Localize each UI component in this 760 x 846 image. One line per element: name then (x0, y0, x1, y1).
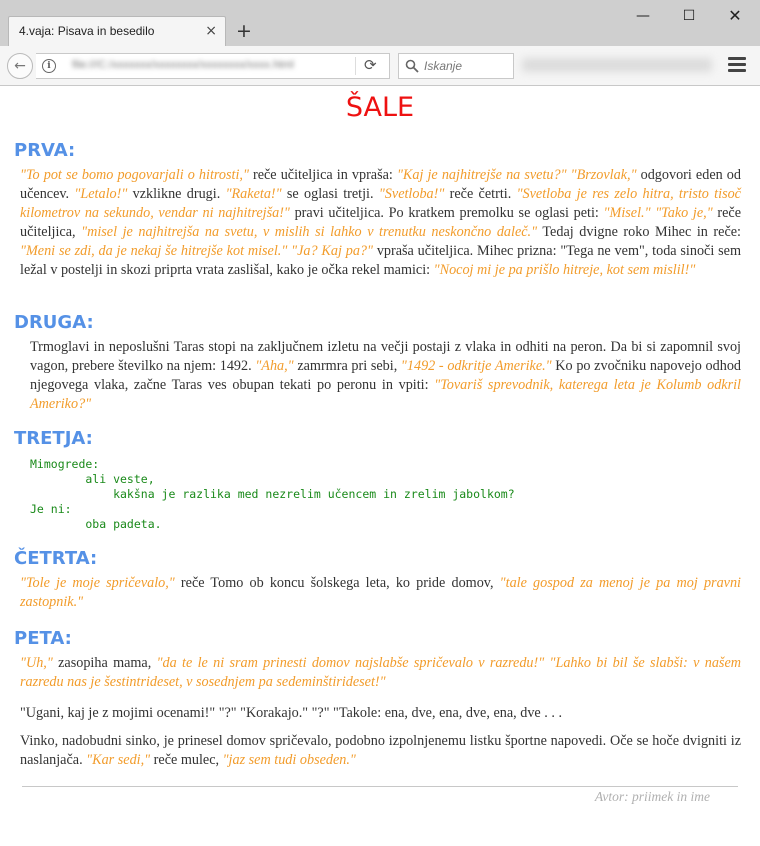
search-input[interactable]: Iskanje (398, 53, 514, 79)
new-tab-button[interactable]: + (236, 20, 252, 42)
quote-text: "misel je najhitrejša na svetu, v mislih… (81, 224, 538, 240)
code-block-tretja: Mimogrede: ali veste, kakšna je razlika … (30, 457, 515, 531)
paragraph-druga: Trmoglavi in neposlušni Taras stopi na z… (30, 338, 741, 414)
quote-text: "jaz sem tudi obseden." (222, 752, 356, 768)
minimize-button[interactable]: — (633, 6, 653, 26)
narration-text: reče mulec, (150, 752, 223, 768)
quote-text: "Meni se zdi, da je nekaj še hitrejše ko… (20, 243, 373, 259)
search-icon (405, 59, 419, 73)
quote-text: "Svetloba!" (378, 186, 445, 202)
section-heading-peta: PETA: (14, 628, 72, 649)
quote-text: "Raketa!" (225, 186, 282, 202)
urlbar-divider (355, 57, 356, 75)
menu-icon[interactable] (728, 57, 746, 73)
section-heading-cetrta: ČETRTA: (14, 548, 98, 569)
author-signature: Avtor: priimek in ime (594, 789, 710, 804)
quote-text: "Uh," (20, 655, 53, 671)
info-icon[interactable]: i (42, 59, 56, 73)
paragraph-peta-1: "Uh," zasopiha mama, "da te le ni sram p… (20, 654, 741, 692)
narration-text: zasopiha mama, (52, 655, 157, 671)
narration-text: reče četrti. (444, 186, 517, 202)
close-window-button[interactable]: ✕ (725, 6, 745, 26)
narration-text: se oglasi tretji. (281, 186, 379, 202)
browser-tab[interactable]: 4.vaja: Pisava in besedilo × (8, 16, 226, 46)
footer-divider (22, 786, 738, 787)
section-heading-druga: DRUGA: (14, 312, 94, 333)
quote-text: "Kaj je najhitrejše na svetu?" "Brzovlak… (396, 167, 637, 183)
toolbar-extensions-blurred (522, 58, 712, 72)
quote-text: "Aha," (255, 358, 294, 374)
quote-text: "Nocoj mi je pa prišlo hitreje, kot sem … (433, 262, 696, 278)
browser-toolbar: ← i file:///C:/xxxxxxx/xxxxxxxx/xxxxxxxx… (0, 46, 760, 86)
paragraph-prva: "To pot se bomo pogovarjali o hitrosti,"… (20, 166, 741, 280)
narration-text: zamrmra pri sebi, (293, 358, 401, 374)
search-placeholder: Iskanje (424, 59, 463, 73)
paragraph-cetrta: "Tole je moje spričevalo," reče Tomo ob … (20, 574, 741, 612)
reload-icon[interactable]: ⟳ (364, 56, 377, 74)
page-content: ŠALE PRVA: "To pot se bomo pogovarjali o… (0, 87, 760, 846)
page-title: ŠALE (345, 92, 415, 123)
quote-text: "Kar sedi," (86, 752, 151, 768)
narration-text: reče učiteljica in vpraša: (248, 167, 397, 183)
url-text-blurred: file:///C:/xxxxxxx/xxxxxxxx/xxxxxxxx/xxx… (72, 59, 294, 71)
tab-close-icon[interactable]: × (205, 22, 217, 40)
paragraph-peta-2: "Ugani, kaj je z mojimi ocenami!" "?" "K… (20, 704, 741, 723)
narration-text: "Ugani, kaj je z mojimi ocenami!" "?" "K… (20, 705, 562, 721)
quote-text: "1492 - odkritje Amerike." (400, 358, 552, 374)
back-icon[interactable]: ← (7, 53, 33, 79)
narration-text: Tedaj dvigne roko Mihec in reče: (537, 224, 741, 240)
quote-text: "To pot se bomo pogovarjali o hitrosti," (20, 167, 249, 183)
narration-text: pravi učiteljica. Po kratkem premolku se… (289, 205, 604, 221)
quote-text: "Misel." "Tako je," (603, 205, 713, 221)
browser-titlebar: 4.vaja: Pisava in besedilo × + — ☐ ✕ (0, 0, 760, 46)
narration-text: reče Tomo ob koncu šolskega leta, ko pri… (174, 575, 500, 591)
tab-title: 4.vaja: Pisava in besedilo (19, 24, 155, 38)
paragraph-peta-3: Vinko, nadobudni sinko, je prinesel domo… (20, 732, 741, 770)
maximize-button[interactable]: ☐ (679, 6, 699, 26)
address-bar[interactable]: i file:///C:/xxxxxxx/xxxxxxxx/xxxxxxxx/x… (36, 53, 390, 79)
section-heading-prva: PRVA: (14, 140, 76, 161)
quote-text: "Tole je moje spričevalo," (20, 575, 175, 591)
quote-text: "Letalo!" (74, 186, 128, 202)
section-heading-tretja: TRETJA: (14, 428, 93, 449)
narration-text: vzklikne drugi. (127, 186, 226, 202)
